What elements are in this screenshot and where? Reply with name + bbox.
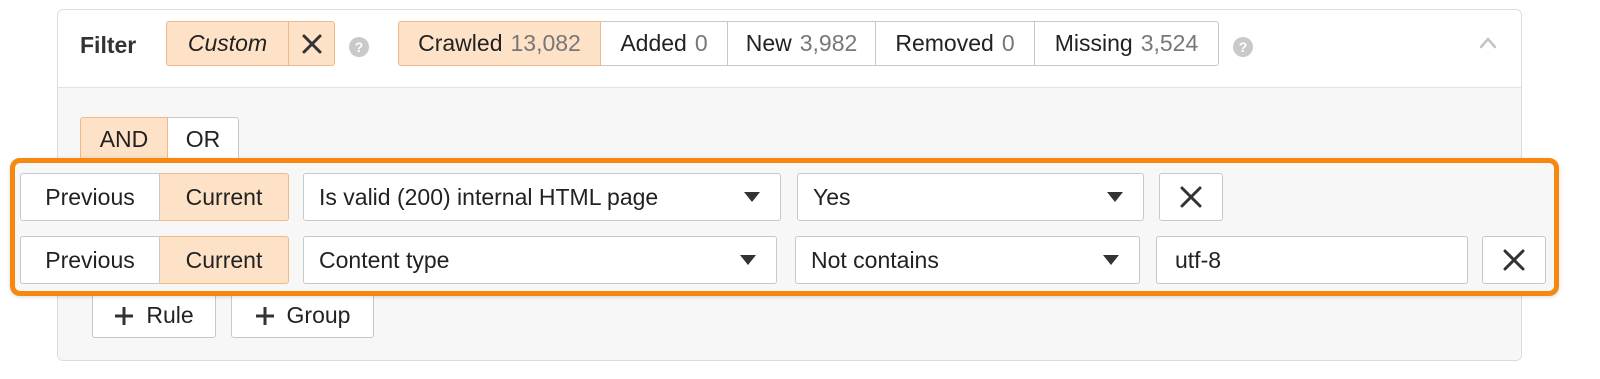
close-icon bbox=[302, 34, 321, 53]
rule-field-select[interactable]: Content type bbox=[303, 236, 777, 284]
scope-previous-label: Previous bbox=[45, 246, 135, 273]
add-rule-label: Rule bbox=[146, 302, 194, 328]
tab-removed[interactable]: Removed 0 bbox=[876, 21, 1035, 66]
scope-previous-button[interactable]: Previous bbox=[20, 173, 160, 221]
rule-operator-value: Not contains bbox=[811, 246, 939, 273]
tab-missing-count: 3,524 bbox=[1140, 30, 1199, 56]
rule-scope-toggle: Previous Current bbox=[20, 173, 289, 221]
rule-scope-toggle: Previous Current bbox=[20, 236, 289, 284]
rule-value-input[interactable]: utf-8 bbox=[1156, 236, 1468, 284]
scope-previous-button[interactable]: Previous bbox=[20, 236, 160, 284]
rule-operator-select[interactable]: Yes bbox=[797, 173, 1144, 221]
logic-or-button[interactable]: OR bbox=[168, 117, 239, 162]
logic-and-button[interactable]: AND bbox=[80, 117, 168, 162]
tab-added[interactable]: Added 0 bbox=[601, 21, 728, 66]
scope-current-button[interactable]: Current bbox=[160, 173, 289, 221]
tab-added-count: 0 bbox=[694, 30, 708, 56]
tab-new[interactable]: New 3,982 bbox=[728, 21, 876, 66]
rule-operator-select[interactable]: Not contains bbox=[795, 236, 1140, 284]
plus-icon bbox=[115, 306, 134, 325]
filter-label: Filter bbox=[80, 32, 137, 58]
rule-value-text: utf-8 bbox=[1175, 246, 1222, 273]
add-rule-button[interactable]: Rule bbox=[92, 293, 216, 338]
logic-and-label: AND bbox=[99, 126, 149, 152]
logic-toggle: AND OR bbox=[80, 117, 239, 162]
tab-crawled-label: Crawled bbox=[418, 30, 503, 56]
logic-or-label: OR bbox=[185, 126, 221, 152]
close-icon bbox=[1180, 186, 1202, 208]
preset-custom-label: Custom bbox=[187, 30, 268, 56]
caret-down-icon bbox=[1103, 255, 1119, 265]
preset-custom-button[interactable]: Custom bbox=[166, 21, 289, 66]
plus-icon bbox=[255, 306, 274, 325]
tab-added-label: Added bbox=[620, 30, 687, 56]
tab-new-label: New bbox=[745, 30, 792, 56]
status-tabs: Crawled 13,082 Added 0 New 3,982 Removed… bbox=[398, 21, 1219, 66]
remove-rule-button[interactable] bbox=[1482, 236, 1546, 284]
caret-down-icon bbox=[1107, 192, 1123, 202]
scope-current-label: Current bbox=[185, 183, 263, 210]
chevron-up-icon[interactable] bbox=[1479, 34, 1497, 52]
tab-crawled-count: 13,082 bbox=[510, 30, 581, 56]
help-icon[interactable]: ? bbox=[349, 37, 369, 57]
add-group-label: Group bbox=[286, 302, 351, 328]
rules-highlight: Previous Current Is valid (200) internal… bbox=[10, 158, 1559, 296]
scope-previous-label: Previous bbox=[45, 183, 135, 210]
help-icon[interactable]: ? bbox=[1233, 37, 1253, 57]
close-icon bbox=[1503, 249, 1525, 271]
add-group-button[interactable]: Group bbox=[231, 293, 374, 338]
tab-missing-label: Missing bbox=[1054, 30, 1133, 56]
rule-field-value: Content type bbox=[319, 246, 450, 273]
clear-preset-button[interactable] bbox=[289, 21, 335, 66]
filter-header: Filter Custom ? Crawled 13,082 Added 0 N… bbox=[58, 10, 1521, 88]
caret-down-icon bbox=[740, 255, 756, 265]
tab-removed-label: Removed bbox=[895, 30, 994, 56]
rule-operator-value: Yes bbox=[813, 183, 851, 210]
scope-current-label: Current bbox=[185, 246, 263, 273]
tab-missing[interactable]: Missing 3,524 bbox=[1035, 21, 1219, 66]
tab-new-count: 3,982 bbox=[799, 30, 858, 56]
rule-field-select[interactable]: Is valid (200) internal HTML page bbox=[303, 173, 781, 221]
caret-down-icon bbox=[744, 192, 760, 202]
preset-group: Custom bbox=[166, 21, 335, 66]
rule-field-value: Is valid (200) internal HTML page bbox=[319, 183, 659, 210]
tab-removed-count: 0 bbox=[1001, 30, 1015, 56]
remove-rule-button[interactable] bbox=[1159, 173, 1223, 221]
scope-current-button[interactable]: Current bbox=[160, 236, 289, 284]
tab-crawled[interactable]: Crawled 13,082 bbox=[398, 21, 601, 66]
